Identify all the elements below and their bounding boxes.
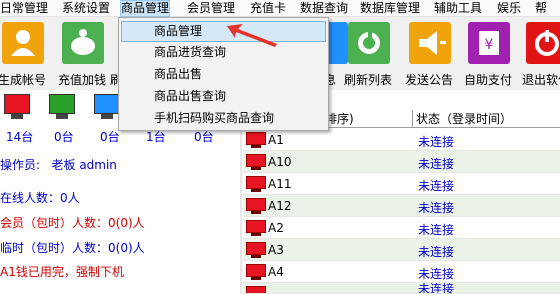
table-row[interactable]: A1 未连接 bbox=[243, 129, 560, 151]
terminal-icon bbox=[246, 176, 266, 193]
refresh-list-button[interactable]: 刷新列表 bbox=[342, 20, 392, 88]
terminal-icon bbox=[246, 264, 266, 281]
menu-system-settings[interactable]: 系统设置 bbox=[62, 0, 110, 17]
operator-label: 操作员: bbox=[0, 158, 41, 172]
member-count: 会员（包时）人数：0(0)人 bbox=[0, 216, 145, 230]
table-row[interactable]: A3 未连接 bbox=[243, 239, 560, 261]
col-name-header[interactable]: 排序) bbox=[325, 110, 354, 128]
menu-daily[interactable]: 日常管理 bbox=[0, 0, 48, 17]
self-pay-label: 自助支付 bbox=[463, 73, 512, 87]
create-account-label: 生成帐号 bbox=[0, 73, 46, 87]
terminal-status: 未连接 bbox=[418, 179, 455, 193]
menu-data-query[interactable]: 数据查询 bbox=[300, 0, 348, 17]
terminal-icon bbox=[246, 242, 266, 259]
menu-tools[interactable]: 辅助工具 bbox=[434, 0, 482, 17]
yen-icon: ¥ bbox=[468, 22, 510, 64]
power-icon bbox=[526, 22, 560, 64]
recharge-label: 充值加钱 bbox=[57, 73, 106, 87]
online-count: 在线人数：0人 bbox=[0, 191, 80, 205]
refresh-icon bbox=[348, 22, 390, 64]
recharge-button[interactable]: 充值加钱 bbox=[56, 20, 106, 88]
send-notice-button[interactable]: 发送公告 bbox=[403, 20, 453, 88]
goods-dropdown-menu: 商品管理 商品进货查询 商品出售 商品出售查询 手机扫码购买商品查询 bbox=[118, 17, 329, 131]
menu-entertainment[interactable]: 娱乐 bbox=[497, 0, 521, 17]
terminal-status: 未连接 bbox=[418, 267, 455, 281]
monitor-icon bbox=[94, 94, 120, 120]
menu-option-goods-sale[interactable]: 商品出售 bbox=[121, 64, 326, 85]
terminal-name: A3 bbox=[268, 243, 284, 257]
create-account-button[interactable]: 生成帐号 bbox=[0, 20, 46, 88]
user-icon bbox=[2, 22, 44, 64]
menu-option-sale-query[interactable]: 商品出售查询 bbox=[121, 86, 326, 107]
temp-count: 临时（包时）人数：0(0)人 bbox=[0, 241, 145, 255]
annotation-arrow-icon bbox=[227, 24, 277, 47]
table-row[interactable]: A2 未连接 bbox=[243, 217, 560, 239]
terminal-table: 排序) 状态（登录时间） A1 未连接 A10 未连接 A11 未连接 A12 … bbox=[243, 110, 560, 294]
col-status-header[interactable]: 状态（登录时间） bbox=[412, 110, 512, 128]
menu-goods[interactable]: 商品管理 bbox=[120, 0, 171, 17]
table-row[interactable]: A11 未连接 bbox=[243, 173, 560, 195]
refresh-list-label: 刷新列表 bbox=[343, 73, 392, 87]
terminal-name: A11 bbox=[268, 177, 292, 191]
terminal-name: A4 bbox=[268, 265, 284, 279]
monitor-icon bbox=[49, 94, 75, 120]
table-row[interactable]: A4 未连接 bbox=[243, 261, 560, 283]
terminal-name: A1 bbox=[268, 133, 284, 147]
terminal-status: 未连接 bbox=[418, 245, 455, 259]
menu-recharge-card[interactable]: 充值卡 bbox=[250, 0, 286, 17]
exit-button[interactable]: 退出软件 bbox=[520, 20, 560, 88]
menu-database[interactable]: 数据库管理 bbox=[360, 0, 420, 17]
notice-text: A1钱已用完，强制下机 bbox=[0, 265, 124, 279]
terminal-name: A10 bbox=[268, 155, 292, 169]
send-notice-label: 发送公告 bbox=[404, 73, 453, 87]
monitor-icon bbox=[4, 94, 30, 120]
table-row[interactable]: 未连接 bbox=[243, 283, 560, 294]
monitor-count: 14台 bbox=[6, 130, 34, 144]
exit-label: 退出软件 bbox=[521, 73, 560, 87]
menu-members[interactable]: 会员管理 bbox=[187, 0, 235, 17]
monitor-count: 0台 bbox=[100, 130, 120, 144]
terminal-status: 未连接 bbox=[418, 135, 455, 149]
terminal-name: A12 bbox=[268, 199, 292, 213]
table-row[interactable]: A10 未连接 bbox=[243, 151, 560, 173]
table-row[interactable]: A12 未连接 bbox=[243, 195, 560, 217]
menu-bar: 日常管理 系统设置 商品管理 会员管理 充值卡 数据查询 数据库管理 辅助工具 … bbox=[0, 0, 560, 17]
piggy-bank-icon bbox=[62, 22, 104, 64]
menu-option-mobile-scan-query[interactable]: 手机扫码购买商品查询 bbox=[121, 108, 326, 129]
self-pay-button[interactable]: ¥ 自助支付 bbox=[462, 20, 512, 88]
terminal-status: 未连接 bbox=[418, 201, 455, 215]
terminal-icon bbox=[246, 154, 266, 171]
terminal-icon bbox=[246, 132, 266, 149]
terminal-status: 未连接 bbox=[418, 157, 455, 171]
svg-text:¥: ¥ bbox=[485, 37, 494, 53]
operator-value: 老板 admin bbox=[51, 158, 117, 172]
terminal-icon bbox=[246, 220, 266, 237]
megaphone-icon bbox=[409, 22, 451, 64]
menu-option-goods-manage[interactable]: 商品管理 bbox=[121, 21, 326, 42]
terminal-icon bbox=[246, 286, 266, 293]
monitor-count: 0台 bbox=[54, 130, 74, 144]
terminal-icon bbox=[246, 198, 266, 215]
menu-option-purchase-query[interactable]: 商品进货查询 bbox=[121, 42, 326, 63]
terminal-name: A2 bbox=[268, 221, 284, 235]
terminal-status: 未连接 bbox=[418, 283, 455, 294]
terminal-status: 未连接 bbox=[418, 223, 455, 237]
menu-help[interactable]: 帮 bbox=[535, 0, 547, 17]
operator-line: 操作员: 老板 admin bbox=[0, 156, 117, 173]
